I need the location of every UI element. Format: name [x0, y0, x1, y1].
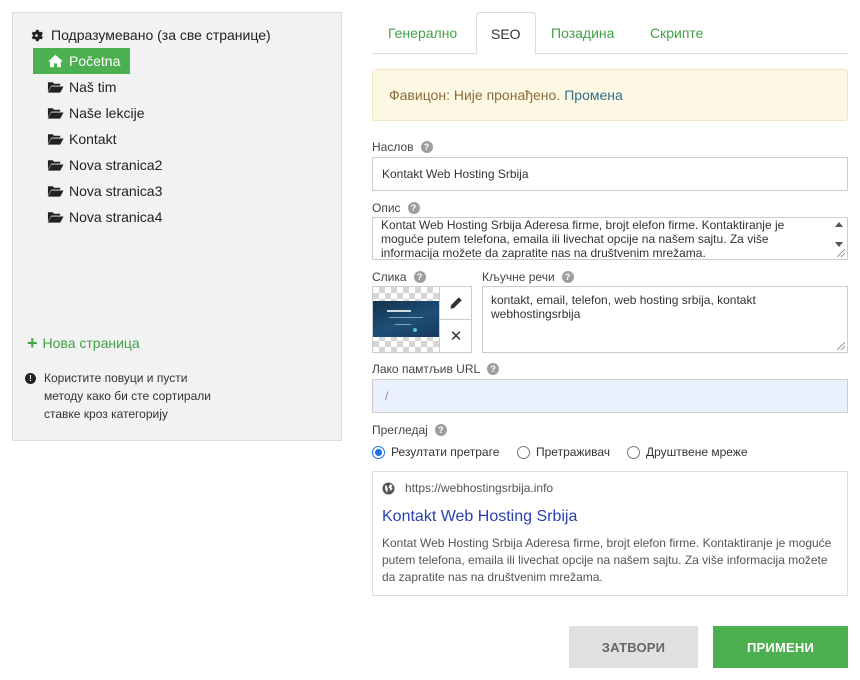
help-icon[interactable]: ? — [561, 271, 574, 283]
folder-open-icon — [47, 82, 64, 93]
preview-url-row: https://webhostingsrbija.info — [382, 481, 553, 495]
globe-icon — [382, 481, 395, 495]
pencil-icon — [450, 297, 462, 309]
title-input-value: Kontakt Web Hosting Srbija — [382, 167, 529, 181]
help-icon[interactable]: ? — [413, 271, 426, 283]
folder-open-icon — [47, 212, 64, 223]
tab-scripts[interactable]: Скрипте — [650, 12, 703, 54]
keywords-label-text: Кључне речи — [482, 270, 555, 284]
image-thumbnail — [373, 301, 439, 337]
image-preview — [373, 287, 439, 352]
close-icon: ✕ — [449, 327, 463, 345]
page-tree-panel: Подразумевано (за све странице) Početna … — [12, 12, 342, 441]
apply-button[interactable]: ПРИМЕНИ — [713, 626, 848, 668]
sidebar-item-nas-tim[interactable]: Naš tim — [33, 74, 126, 100]
url-label: Лако памтљив URL ? — [372, 362, 500, 376]
folder-open-icon — [47, 186, 64, 197]
url-label-text: Лако памтљив URL — [372, 362, 481, 376]
scroll-up-icon[interactable] — [835, 222, 843, 227]
radio-circle[interactable] — [372, 445, 385, 459]
gear-icon — [31, 29, 43, 41]
help-icon[interactable]: ? — [407, 202, 420, 214]
preview-label: Прегледај ? — [372, 423, 447, 437]
search-result-preview: https://webhostingsrbija.info Kontakt We… — [372, 471, 848, 596]
preview-url: https://webhostingsrbija.info — [405, 481, 554, 495]
sidebar-item-label: Početna — [69, 53, 121, 69]
preview-description: Kontat Web Hosting Srbija Aderesa firme,… — [382, 536, 832, 584]
keywords-textarea[interactable]: kontakt, email, telefon, web hosting srb… — [482, 286, 848, 353]
radio-search-results[interactable]: Резултати претраге — [372, 444, 499, 460]
radio-social-networks[interactable]: Друштвене мреже — [627, 444, 748, 460]
preview-title-link[interactable]: Kontakt Web Hosting Srbija — [382, 508, 577, 526]
help-icon[interactable]: ? — [420, 141, 433, 153]
sidebar-item-label: Nova stranica2 — [69, 157, 163, 173]
sidebar-item-nova-stranica4[interactable]: Nova stranica4 — [33, 204, 172, 230]
description-textarea[interactable]: Kontat Web Hosting Srbija Aderesa firme,… — [372, 217, 848, 260]
sidebar-item-nase-lekcije[interactable]: Naše lekcije — [33, 100, 154, 126]
sidebar-item-nova-stranica3[interactable]: Nova stranica3 — [33, 178, 172, 204]
keywords-label: Кључне речи ? — [482, 270, 574, 284]
tree-root-label: Подразумевано (за све странице) — [51, 27, 271, 43]
image-picker: ✕ — [372, 286, 472, 353]
sidebar-item-kontakt[interactable]: Kontakt — [33, 126, 126, 152]
description-label: Опис ? — [372, 201, 420, 215]
sidebar-item-label: Nova stranica3 — [69, 183, 163, 199]
help-icon[interactable]: ? — [434, 424, 447, 436]
home-icon — [48, 54, 63, 68]
sidebar-item-label: Naš tim — [69, 79, 117, 95]
drag-drop-hint: ! Користите повуци и пусти методу како б… — [25, 369, 215, 423]
help-icon[interactable]: ? — [487, 363, 500, 375]
exclamation-icon: ! — [25, 373, 36, 384]
edit-image-button[interactable] — [439, 287, 472, 320]
radio-circle[interactable] — [517, 445, 530, 459]
title-label-text: Наслов — [372, 140, 414, 154]
hint-text: Користите повуци и пусти методу како би … — [44, 371, 211, 421]
description-text: Kontat Web Hosting Srbija Aderesa firme,… — [381, 218, 785, 260]
remove-image-button[interactable]: ✕ — [439, 319, 472, 352]
favicon-change-link[interactable]: Промена — [564, 87, 623, 103]
tab-general[interactable]: Генерално — [388, 12, 457, 54]
title-label: Наслов ? — [372, 140, 433, 154]
radio-browser[interactable]: Претраживач — [517, 444, 610, 460]
keywords-text: kontakt, email, telefon, web hosting srb… — [491, 293, 756, 321]
sidebar-item-pocetna[interactable]: Početna — [33, 48, 131, 74]
image-label-text: Слика — [372, 270, 407, 284]
tab-background[interactable]: Позадина — [551, 12, 614, 54]
radio-label: Претраживач — [536, 445, 611, 459]
resize-grip-icon[interactable] — [837, 249, 845, 257]
sidebar-item-label: Kontakt — [69, 131, 117, 147]
friendly-url-value: / — [385, 389, 389, 403]
resize-grip-icon[interactable] — [837, 342, 845, 350]
folder-open-icon — [47, 160, 64, 171]
tree-root-default[interactable]: Подразумевано (за све странице) — [30, 26, 271, 44]
close-button[interactable]: ЗАТВОРИ — [569, 626, 698, 668]
preview-label-text: Прегледај — [372, 423, 428, 437]
new-page-button[interactable]: + Нова страница — [27, 334, 140, 352]
new-page-label: Нова страница — [42, 335, 140, 351]
scroll-down-icon[interactable] — [835, 242, 843, 247]
sidebar-item-nova-stranica2[interactable]: Nova stranica2 — [33, 152, 172, 178]
alert-text: Фавицон: Није пронађено. — [389, 87, 561, 103]
folder-open-icon — [47, 108, 64, 119]
radio-label: Резултати претраге — [391, 445, 500, 459]
sidebar-item-label: Naše lekcije — [69, 105, 145, 121]
settings-tabs: Генерално SEO Позадина Скрипте — [372, 12, 848, 55]
radio-label: Друштвене мреже — [646, 445, 748, 459]
favicon-alert: Фавицон: Није пронађено. Промена — [372, 69, 848, 121]
sidebar-item-label: Nova stranica4 — [69, 209, 163, 225]
description-label-text: Опис — [372, 201, 401, 215]
plus-icon: + — [27, 333, 38, 353]
friendly-url-input[interactable]: / — [372, 379, 848, 413]
title-input[interactable]: Kontakt Web Hosting Srbija — [372, 157, 848, 191]
tab-seo[interactable]: SEO — [476, 12, 536, 55]
radio-circle[interactable] — [627, 445, 640, 459]
image-label: Слика ? — [372, 270, 426, 284]
folder-open-icon — [47, 134, 64, 145]
